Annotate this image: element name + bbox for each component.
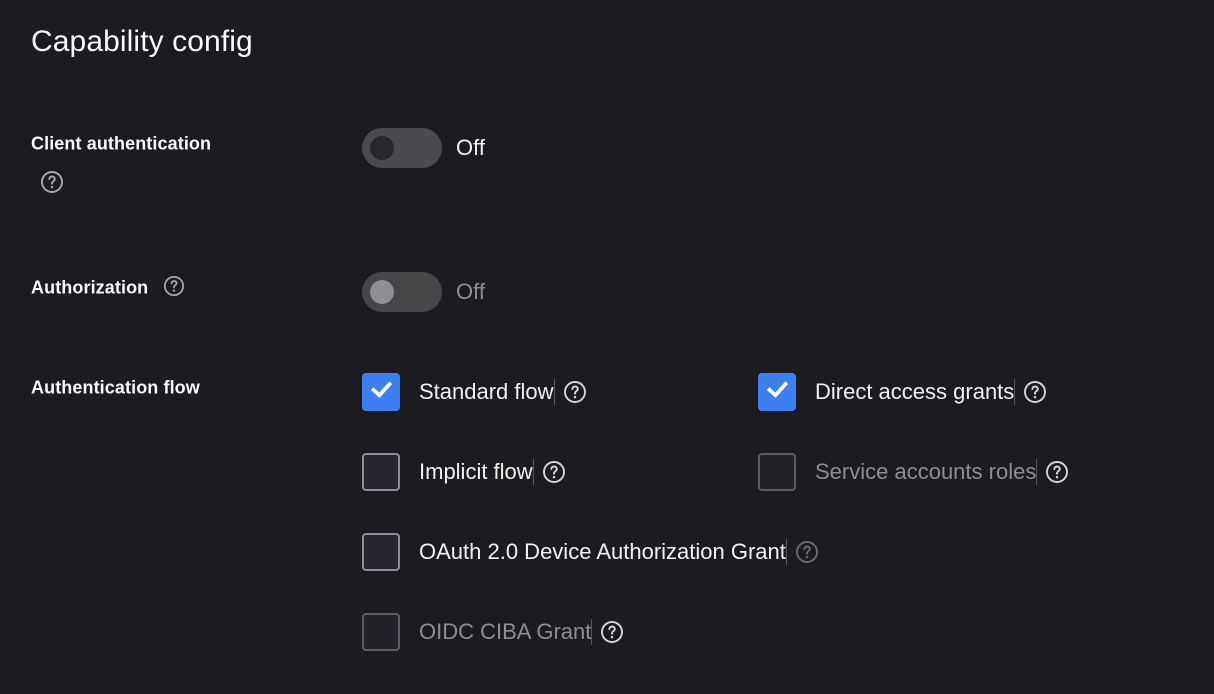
authentication-flow-label: Authentication flow	[31, 372, 331, 401]
client-authentication-toggle-state: Off	[456, 135, 485, 160]
checkbox-label: Service accounts roles	[815, 459, 1037, 484]
help-icon-wrapper[interactable]	[542, 460, 566, 484]
divider	[785, 539, 787, 565]
authorization-toggle	[362, 272, 442, 312]
authentication-flow-option: OIDC CIBA Grant	[362, 612, 624, 652]
checkbox-label[interactable]: Direct access grants	[815, 378, 1014, 406]
authorization-control: Off	[362, 272, 485, 312]
divider	[532, 459, 534, 485]
divider	[591, 619, 593, 645]
authentication-flow-option[interactable]: Implicit flow	[362, 452, 566, 492]
checkbox-standard-flow[interactable]	[362, 373, 400, 411]
authentication-flow-option[interactable]: Direct access grants	[758, 372, 1047, 412]
client-authentication-control: Off	[362, 128, 485, 168]
authentication-flow-option[interactable]: OAuth 2.0 Device Authorization Grant	[362, 532, 819, 572]
toggle-knob	[370, 136, 394, 160]
help-icon-wrapper[interactable]	[1023, 380, 1047, 404]
help-icon-wrapper[interactable]	[600, 620, 624, 644]
checkbox-label: OIDC CIBA Grant	[419, 619, 592, 644]
checkbox-label[interactable]: OAuth 2.0 Device Authorization Grant	[419, 538, 786, 566]
authentication-flow-option: Service accounts roles	[758, 452, 1069, 492]
help-icon-wrapper[interactable]	[1045, 460, 1069, 484]
checkbox-oauth-2-0-device-authorization-grant[interactable]	[362, 533, 400, 571]
help-circle-icon[interactable]	[163, 275, 185, 297]
divider	[1014, 379, 1016, 405]
help-icon-wrapper[interactable]	[795, 540, 819, 564]
checkbox-service-accounts-roles	[758, 453, 796, 491]
authentication-flow-option[interactable]: Standard flow	[362, 372, 587, 412]
authentication-flow-label-text: Authentication flow	[31, 377, 200, 398]
help-circle-icon[interactable]	[542, 460, 566, 484]
checkbox-oidc-ciba-grant	[362, 613, 400, 651]
help-circle-icon[interactable]	[1045, 460, 1069, 484]
capability-config-panel: Capability config Client authentication …	[0, 0, 1214, 694]
page-title: Capability config	[31, 25, 253, 58]
client-authentication-toggle[interactable]	[362, 128, 442, 168]
authorization-label-text: Authorization	[31, 277, 149, 298]
help-icon-wrapper[interactable]	[563, 380, 587, 404]
help-circle-icon[interactable]	[1023, 380, 1047, 404]
checkbox-label[interactable]: Standard flow	[419, 378, 554, 406]
toggle-knob	[370, 280, 394, 304]
checkbox-implicit-flow[interactable]	[362, 453, 400, 491]
checkbox-direct-access-grants[interactable]	[758, 373, 796, 411]
help-circle-icon[interactable]	[40, 170, 64, 194]
help-circle-icon[interactable]	[600, 620, 624, 644]
divider	[1036, 459, 1038, 485]
client-authentication-label-text: Client authentication	[31, 133, 212, 154]
authorization-label: Authorization	[31, 272, 331, 301]
authorization-toggle-state: Off	[456, 279, 485, 304]
checkbox-label[interactable]: Implicit flow	[419, 458, 533, 486]
help-circle-icon[interactable]	[795, 540, 819, 564]
client-authentication-label: Client authentication	[31, 128, 331, 157]
divider	[553, 379, 555, 405]
help-circle-icon[interactable]	[563, 380, 587, 404]
